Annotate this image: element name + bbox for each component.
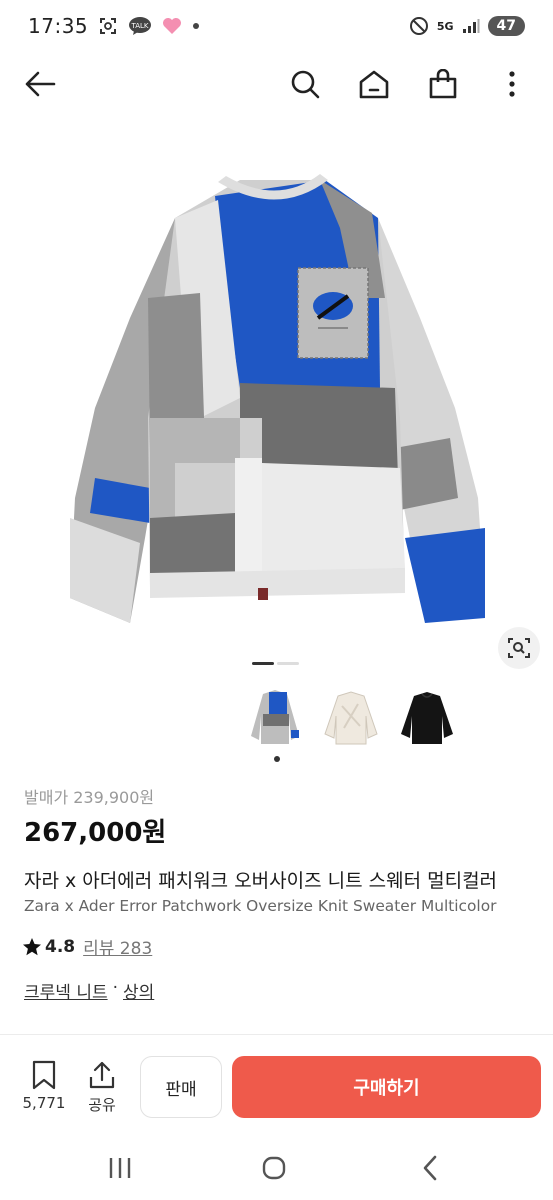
rating-row: 4.8 리뷰 283 xyxy=(22,934,152,959)
heart-icon xyxy=(162,17,182,35)
home-circle-icon xyxy=(262,1156,286,1180)
bookmark-icon xyxy=(32,1060,56,1090)
thumbnail-cream[interactable] xyxy=(322,684,380,750)
recents-button[interactable] xyxy=(100,1150,140,1186)
product-image[interactable] xyxy=(0,118,553,658)
wish-button[interactable]: 5,771 xyxy=(20,1060,68,1120)
bag-button[interactable] xyxy=(423,64,463,104)
battery-indicator: 47 xyxy=(487,16,525,36)
thumbnail-black[interactable] xyxy=(398,684,456,750)
product-title-en: Zara x Ader Error Patchwork Oversize Kni… xyxy=(24,897,497,915)
buy-button[interactable]: 구매하기 xyxy=(232,1056,541,1118)
shopping-bag-icon xyxy=(429,69,457,99)
review-link[interactable]: 리뷰 283 xyxy=(83,934,152,959)
home-button[interactable] xyxy=(354,64,394,104)
pager-dot xyxy=(277,662,299,665)
image-search-button[interactable] xyxy=(498,627,540,669)
share-icon xyxy=(89,1061,115,1089)
status-bar: 17:35 TALK 5G 47 xyxy=(0,0,553,52)
more-button[interactable] xyxy=(492,64,532,104)
back-arrow-icon xyxy=(25,71,56,97)
product-title-ko: 자라 x 아더에러 패치워크 오버사이즈 니트 스웨터 멀티컬러 xyxy=(24,870,498,892)
sweater-illustration xyxy=(70,174,485,623)
image-search-icon xyxy=(508,638,530,658)
talk-icon: TALK xyxy=(128,16,152,36)
dnd-icon xyxy=(409,16,429,36)
more-vertical-icon xyxy=(509,71,515,97)
gallery-pager xyxy=(252,662,299,665)
thumbnail-selected-dot xyxy=(274,756,280,762)
wish-count: 5,771 xyxy=(22,1094,66,1112)
system-nav-bar xyxy=(0,1140,553,1196)
original-price: 발매가 239,900원 xyxy=(24,788,155,807)
search-icon xyxy=(291,70,320,99)
back-nav-button[interactable] xyxy=(410,1150,450,1186)
category-separator: · xyxy=(112,978,119,998)
pager-dot-active xyxy=(252,662,274,665)
category-link-crewneck[interactable]: 크루넥 니트 xyxy=(24,978,108,1003)
search-button[interactable] xyxy=(285,64,325,104)
status-time: 17:35 xyxy=(28,14,89,38)
network-5g: 5G xyxy=(436,19,454,33)
home-icon xyxy=(359,70,389,99)
share-button[interactable]: 공유 xyxy=(80,1060,124,1120)
price: 267,000원 xyxy=(24,818,167,848)
star-icon xyxy=(23,937,41,955)
color-thumbnails xyxy=(246,684,456,750)
talk-badge-text: TALK xyxy=(131,22,149,30)
home-nav-button[interactable] xyxy=(254,1150,294,1186)
back-button[interactable] xyxy=(20,64,60,104)
rating-value: 4.8 xyxy=(45,936,76,957)
screenshot-icon xyxy=(98,16,118,36)
divider xyxy=(0,1034,553,1035)
category-row: 크루넥 니트 · 상의 xyxy=(24,978,154,1003)
top-nav xyxy=(0,56,553,112)
category-link-tops[interactable]: 상의 xyxy=(123,978,154,1003)
recents-icon xyxy=(109,1158,131,1178)
thumbnail-multicolor[interactable] xyxy=(246,684,304,750)
dot-icon xyxy=(192,22,200,30)
signal-icon xyxy=(462,18,480,34)
chevron-left-icon xyxy=(423,1155,437,1181)
share-label: 공유 xyxy=(88,1096,116,1114)
sell-button[interactable]: 판매 xyxy=(140,1056,222,1118)
